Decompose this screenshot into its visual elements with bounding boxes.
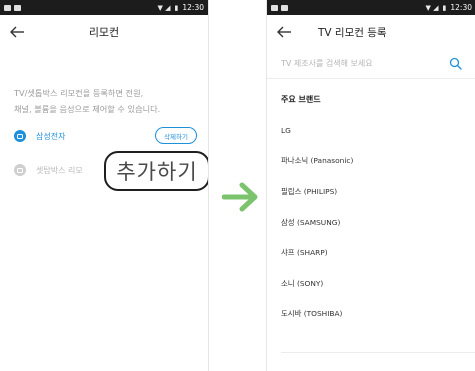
description-line: TV/셋톱박스 리모컨을 등록하면 전원, [14, 88, 144, 98]
device-name: 삼성전자 [36, 131, 66, 141]
add-button[interactable]: 추가하기 [104, 151, 208, 191]
section-title-major-brands: 주요 브랜드 [281, 95, 321, 104]
device-item-settopbox[interactable]: 셋탑박스 리모 [14, 164, 83, 176]
notification-icon [271, 4, 278, 11]
status-time: 12:30 [450, 3, 472, 12]
signal-icon: ▼ ◢ [157, 3, 171, 12]
brand-item-toshiba[interactable]: 도시바 (TOSHIBA) [267, 299, 475, 330]
status-time: 12:30 [182, 3, 204, 12]
list-divider [281, 352, 475, 353]
status-notification-icons [4, 4, 21, 11]
device-item-samsung[interactable]: 삼성전자 [14, 130, 65, 142]
brand-item-samsung[interactable]: 삼성 (SAMSUNG) [267, 207, 475, 238]
brand-list: LG 파나소닉 (Panasonic) 필립스 (PHILIPS) 삼성 (SA… [267, 115, 475, 329]
page-title: 리모컨 [88, 26, 120, 39]
brand-item-sharp[interactable]: 샤프 (SHARP) [267, 237, 475, 268]
status-bar: ▼ ◢ ▮ 12:30 [267, 0, 475, 15]
status-bar: ▼ ◢ ▮ 12:30 [0, 0, 208, 15]
battery-icon: ▮ [174, 3, 179, 12]
app-bar: TV 리모컨 등록 [267, 15, 475, 49]
back-arrow-icon[interactable] [275, 23, 293, 41]
app-bar: 리모컨 [0, 15, 208, 49]
status-right: ▼ ◢ ▮ 12:30 [426, 3, 472, 12]
notification-icon [281, 4, 288, 11]
brand-item-panasonic[interactable]: 파나소닉 (Panasonic) [267, 146, 475, 177]
search-icon[interactable] [449, 57, 462, 70]
tv-device-icon [14, 164, 26, 176]
brand-item-sony[interactable]: 소니 (SONY) [267, 268, 475, 299]
brand-item-lg[interactable]: LG [267, 115, 475, 146]
description-text: TV/셋톱박스 리모컨을 등록하면 전원, 채널, 볼륨을 음성으로 제어할 수… [14, 85, 194, 117]
notification-icon [14, 4, 21, 11]
tv-remote-register-screen: ▼ ◢ ▮ 12:30 TV 리모컨 등록 TV 제조사를 검색해 보세요 주요… [266, 0, 475, 371]
remote-control-screen: ▼ ◢ ▮ 12:30 리모컨 TV/셋톱박스 리모컨을 등록하면 전원, 채널… [0, 0, 209, 371]
battery-icon: ▮ [442, 3, 447, 12]
description-line: 채널, 볼륨을 음성으로 제어할 수 있습니다. [14, 104, 161, 114]
status-right: ▼ ◢ ▮ 12:30 [158, 3, 204, 12]
screenshot-canvas: ▼ ◢ ▮ 12:30 리모컨 TV/셋톱박스 리모컨을 등록하면 전원, 채널… [0, 0, 475, 371]
search-input[interactable]: TV 제조사를 검색해 보세요 [281, 58, 373, 69]
notification-icon [4, 4, 11, 11]
page-title: TV 리모컨 등록 [318, 26, 387, 39]
status-notification-icons [271, 4, 288, 11]
delete-button[interactable]: 삭제하기 [155, 127, 197, 144]
right-arrow-icon [222, 182, 258, 212]
brand-item-philips[interactable]: 필립스 (PHILIPS) [267, 176, 475, 207]
search-bar[interactable]: TV 제조사를 검색해 보세요 [267, 49, 475, 79]
device-name: 셋탑박스 리모 [36, 165, 83, 175]
back-arrow-icon[interactable] [8, 23, 26, 41]
tv-device-icon [14, 130, 26, 142]
signal-icon: ▼ ◢ [425, 3, 439, 12]
